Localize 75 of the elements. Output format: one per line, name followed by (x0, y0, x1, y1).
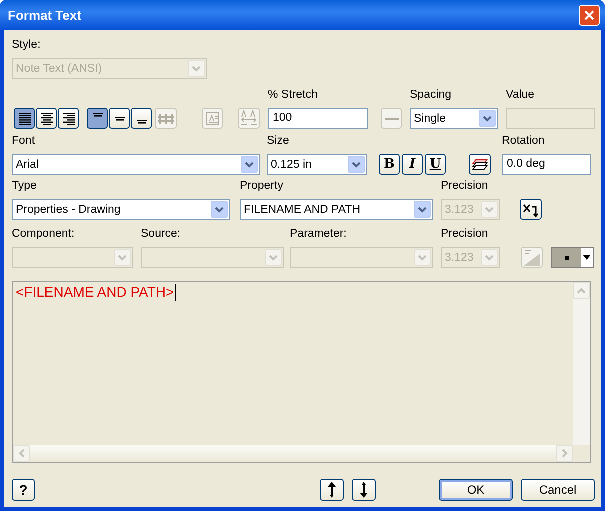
align-right-icon (60, 110, 76, 126)
field-label: Spacing (410, 88, 453, 103)
field-label: Size (267, 134, 290, 149)
dropdown[interactable]: Single (410, 108, 498, 129)
layers-button[interactable] (469, 154, 491, 175)
align-left-icon (16, 110, 32, 126)
chevron-icon (418, 206, 427, 212)
input-field[interactable]: 0.0 deg (502, 154, 591, 175)
justify-button[interactable] (58, 108, 79, 129)
field-label: Precision (441, 179, 490, 194)
tolerance-icon (523, 248, 541, 266)
editor-text: <FILENAME AND PATH> (16, 284, 174, 300)
dialog-button[interactable]: OK (439, 479, 513, 501)
stretch-icon (240, 110, 258, 128)
field-label: Component: (12, 227, 76, 242)
field-label: Property (240, 179, 284, 194)
align-center-icon (38, 110, 54, 126)
text-editor[interactable]: <FILENAME AND PATH> (12, 281, 591, 463)
move-up-button[interactable] (320, 479, 344, 501)
chevron-icon (192, 66, 201, 72)
chevron-icon (215, 206, 224, 212)
close-button[interactable] (579, 4, 600, 26)
field-label: Type (12, 179, 38, 194)
field-label: Font (12, 134, 36, 149)
italic-button[interactable]: I (402, 154, 423, 175)
text-frame-icon (206, 112, 220, 126)
dropdown[interactable]: Arial (12, 154, 260, 175)
window-title: Format Text (8, 8, 82, 22)
stack-icon (157, 112, 175, 126)
bold-button[interactable]: B (379, 154, 400, 175)
field-label: Parameter: (290, 227, 348, 242)
justify-button[interactable] (36, 108, 57, 129)
align-bottom-icon (136, 120, 146, 124)
field-label: Style: (12, 38, 42, 53)
align-middle-icon (114, 116, 124, 120)
chevron-icon (352, 162, 361, 168)
up-down-arrow-icon (327, 482, 337, 498)
vertical-align-button[interactable] (109, 108, 130, 129)
help-button[interactable]: ? (12, 479, 35, 501)
dropdown[interactable]: 0.125 in (267, 154, 367, 175)
dropdown[interactable]: Properties - Drawing (12, 199, 230, 220)
field-label: Precision (441, 227, 490, 242)
input-field[interactable]: 100 (268, 108, 368, 129)
move-down-button[interactable] (352, 479, 376, 501)
close-icon (584, 10, 595, 20)
dropdown-arrow-icon (583, 255, 591, 260)
dropdown[interactable]: FILENAME AND PATH (240, 199, 433, 220)
scroll-left-icon[interactable] (18, 449, 24, 458)
justify-button[interactable] (14, 108, 35, 129)
chevron-icon (418, 254, 427, 260)
chevron-icon (118, 254, 127, 260)
layers-icon (472, 158, 488, 172)
subscript-icon (523, 202, 539, 218)
field-label: Value (506, 88, 536, 103)
insert-button[interactable] (520, 199, 542, 220)
chevron-icon (245, 162, 254, 168)
vertical-scrollbar[interactable] (573, 282, 590, 445)
field-label: % Stretch (268, 88, 319, 103)
field-label: Rotation (502, 134, 546, 149)
chevron-icon (485, 254, 494, 260)
text-caret (175, 284, 176, 301)
chevron-icon (483, 116, 492, 122)
align-top-icon (92, 113, 102, 117)
field-label: Source: (141, 227, 182, 242)
chevron-icon (485, 206, 494, 212)
scroll-right-icon[interactable] (562, 449, 568, 458)
line-icon (384, 116, 398, 120)
up-down-arrow-icon (359, 482, 369, 498)
scroll-up-icon[interactable] (577, 288, 586, 294)
horizontal-scrollbar[interactable] (13, 445, 573, 462)
dialog-button[interactable]: Cancel (521, 479, 595, 501)
vertical-align-button[interactable] (131, 108, 152, 129)
chevron-icon (269, 254, 278, 260)
vertical-align-button[interactable] (87, 108, 108, 129)
underline-button[interactable]: U (425, 154, 446, 175)
